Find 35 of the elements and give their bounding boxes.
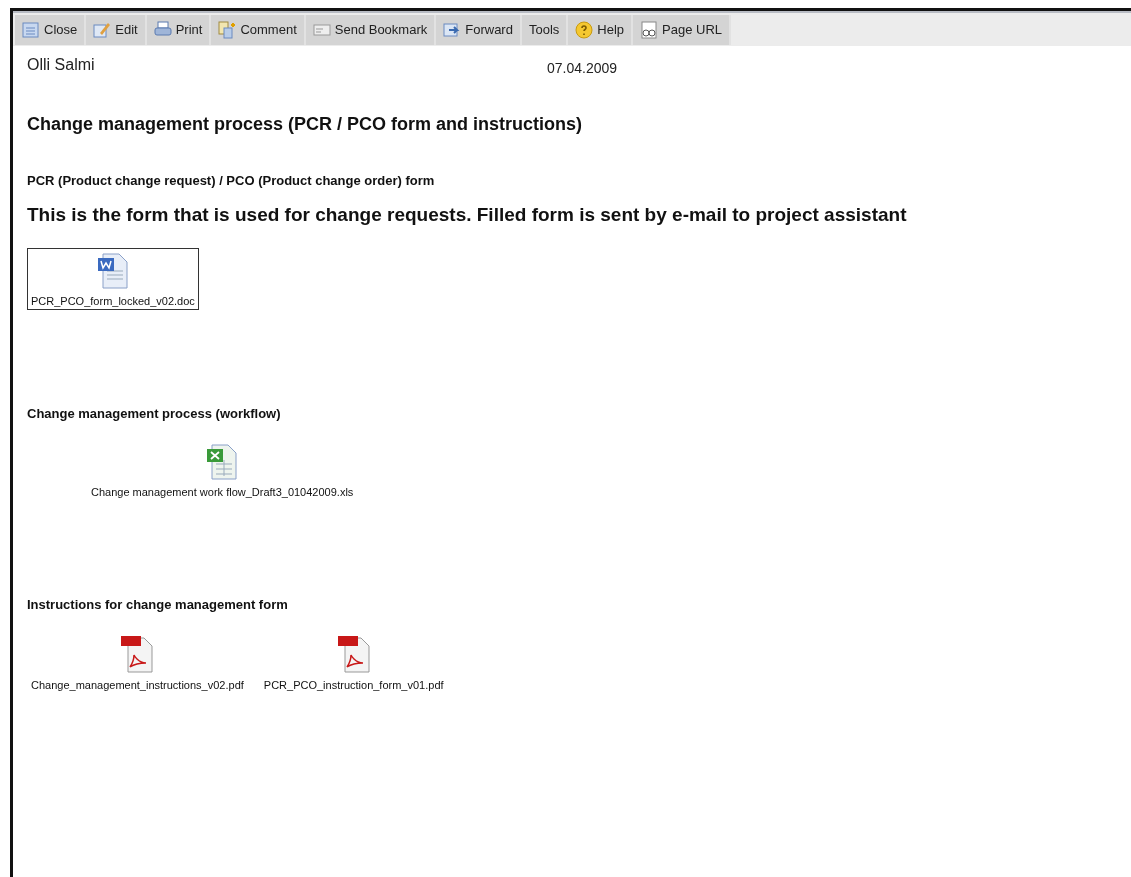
author-name: Olli Salmi [27, 56, 96, 75]
date: 07.04.2009 [547, 59, 618, 76]
page-title: Change management process (PCR / PCO form and instructions) [27, 114, 584, 135]
file-attachment[interactable]: PCR_PCO_form_locked_v02.doc [27, 248, 199, 310]
file-name: PCR_PCO_instruction_form_v01.pdf [263, 679, 444, 691]
section-heading: Change management process (workflow) [27, 406, 282, 421]
toolbar-button[interactable]: Print [146, 14, 212, 45]
file-name: Change management work flow_Draft3_01042009.xls [91, 486, 354, 498]
file-attachment[interactable]: Change_management_instructions_v02.pdf [27, 630, 248, 694]
close-icon [22, 20, 40, 39]
toolbar-button[interactable]: Edit [86, 14, 147, 45]
toolbar-button[interactable]: Help [568, 14, 634, 45]
pencil-icon [93, 20, 112, 39]
toolbar-button[interactable]: Close [15, 14, 87, 45]
file-name: Change_management_instructions_v02.pdf [31, 679, 244, 691]
toolbar-button[interactable]: Send Bookmark [305, 14, 437, 45]
pdf-icon [120, 635, 155, 673]
section-heading: Instructions for change management form [27, 597, 289, 612]
section-description: This is the form that is used for change requests. Filled form is sent by e-mail to project assistant [27, 204, 908, 226]
file-name: PCR_PCO_form_locked_v02.doc [31, 295, 195, 307]
file-attachment[interactable]: PCR_PCO_instruction_form_v01.pdf [259, 630, 448, 694]
toolbar-button[interactable]: Comment [211, 14, 306, 45]
file-attachment[interactable]: Change management work flow_Draft3_01042009.xls [87, 439, 358, 501]
word-document-icon [96, 253, 129, 289]
document-plus-icon [218, 20, 237, 39]
section-heading: PCR (Product change request) / PCO (Product change order) form [27, 173, 436, 188]
toolbar-button[interactable]: Page URL [633, 14, 732, 45]
printer-icon [153, 20, 172, 39]
forward-icon [443, 20, 462, 39]
help-icon [575, 20, 594, 39]
toolbar-button[interactable]: Forward [436, 14, 522, 45]
binoculars-icon [640, 20, 659, 39]
spreadsheet-icon [206, 444, 239, 480]
toolbar-button[interactable]: Tools [521, 14, 569, 45]
pdf-icon [336, 635, 371, 673]
